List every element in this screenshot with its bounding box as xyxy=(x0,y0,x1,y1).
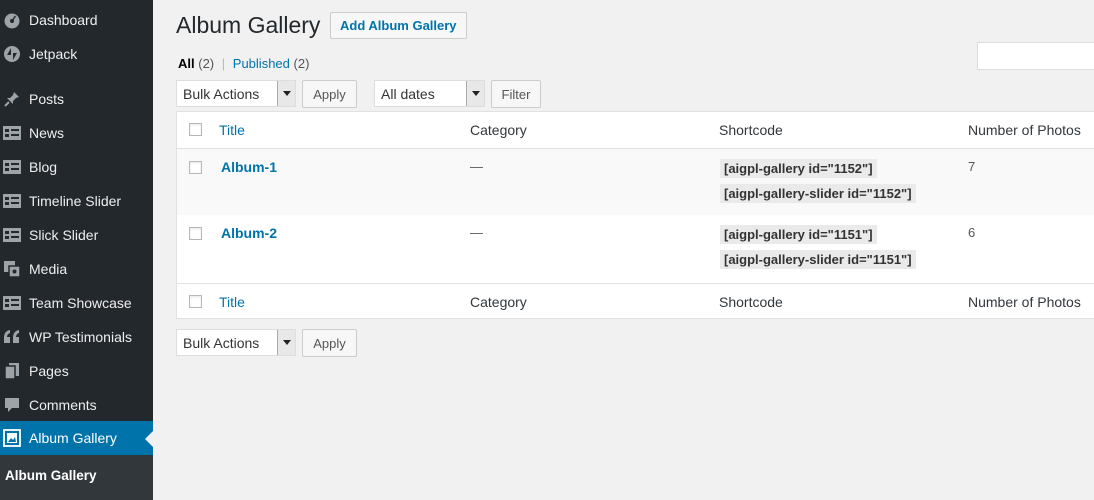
menu-label-timeline-slider: Timeline Slider xyxy=(29,193,122,209)
date-filter-select[interactable]: All dates xyxy=(374,80,485,107)
admin-sidebar: Dashboard Jetpack Posts News Blog Timeli… xyxy=(0,0,153,500)
column-photos-header: Number of Photos xyxy=(968,122,1081,138)
date-filter-value: All dates xyxy=(381,85,435,102)
row-photo-count: 6 xyxy=(968,225,976,240)
bulk-actions-select-top[interactable]: Bulk Actions xyxy=(176,80,296,107)
menu-label-blog: Blog xyxy=(29,159,58,175)
row-title-link[interactable]: Album-1 xyxy=(221,159,277,175)
select-all-checkbox-footer[interactable] xyxy=(189,295,202,308)
list-icon xyxy=(2,157,22,177)
bulk-actions-value: Bulk Actions xyxy=(183,85,260,102)
apply-button-bottom[interactable]: Apply xyxy=(302,329,357,357)
apply-button-top[interactable]: Apply xyxy=(302,80,357,108)
row-shortcode-slider: [aigpl-gallery-slider id="1152"] xyxy=(720,184,916,203)
chevron-down-icon xyxy=(277,330,295,355)
submenu-item-album-gallery[interactable]: Album Gallery xyxy=(5,468,97,483)
menu-label-news: News xyxy=(29,125,65,141)
column-category-header: Category xyxy=(470,122,527,138)
search-input[interactable] xyxy=(977,42,1094,70)
menu-item-blog[interactable]: Blog xyxy=(0,150,153,184)
table-row: Album-2 — [aigpl-gallery id="1151"] [aig… xyxy=(177,215,1094,282)
list-icon xyxy=(2,225,22,245)
chevron-down-icon xyxy=(466,81,484,106)
page-title: Album Gallery xyxy=(176,12,321,38)
menu-item-pages[interactable]: Pages xyxy=(0,354,153,388)
gallery-icon xyxy=(2,428,22,448)
column-photos-footer: Number of Photos xyxy=(968,294,1081,310)
menu-item-album-gallery[interactable]: Album Gallery xyxy=(0,421,153,455)
list-icon xyxy=(2,293,22,313)
jetpack-icon xyxy=(2,44,22,64)
filter-published-link[interactable]: Published xyxy=(233,56,290,71)
row-title-link[interactable]: Album-2 xyxy=(221,225,277,241)
menu-label-pages: Pages xyxy=(29,363,69,379)
quote-icon xyxy=(2,327,22,347)
dashboard-icon xyxy=(2,10,22,30)
menu-label-album-gallery: Album Gallery xyxy=(29,430,117,446)
filter-published-count: (2) xyxy=(293,56,310,71)
row-checkbox[interactable] xyxy=(189,227,202,240)
menu-label-posts: Posts xyxy=(29,91,65,107)
menu-label-comments: Comments xyxy=(29,397,97,413)
table-header: Title Category Shortcode Number of Photo… xyxy=(177,112,1094,148)
menu-item-posts[interactable]: Posts xyxy=(0,82,153,116)
bulk-actions-value: Bulk Actions xyxy=(183,334,260,351)
row-photo-count: 7 xyxy=(968,159,976,174)
table-footer: Title Category Shortcode Number of Photo… xyxy=(177,283,1094,319)
album-gallery-submenu: Album Gallery xyxy=(0,455,153,500)
select-all-checkbox[interactable] xyxy=(189,123,202,136)
row-category: — xyxy=(470,225,483,240)
menu-label-dashboard: Dashboard xyxy=(29,12,98,28)
comment-icon xyxy=(2,395,22,415)
status-filter-links: All (2) | Published (2) xyxy=(178,56,309,71)
menu-item-jetpack[interactable]: Jetpack xyxy=(0,37,153,71)
filter-all-link[interactable]: All xyxy=(178,56,195,71)
pages-icon xyxy=(2,361,22,381)
album-gallery-table: Title Category Shortcode Number of Photo… xyxy=(176,111,1094,319)
menu-item-media[interactable]: Media xyxy=(0,252,153,286)
filter-separator: | xyxy=(221,56,226,71)
row-shortcode-gallery: [aigpl-gallery id="1151"] xyxy=(720,225,877,244)
media-icon xyxy=(2,259,22,279)
bulk-actions-select-bottom[interactable]: Bulk Actions xyxy=(176,329,296,356)
filter-button[interactable]: Filter xyxy=(491,80,541,108)
menu-item-news[interactable]: News xyxy=(0,116,153,150)
pin-icon xyxy=(2,89,22,109)
filter-all-count: (2) xyxy=(198,56,215,71)
row-shortcode-slider: [aigpl-gallery-slider id="1151"] xyxy=(720,250,916,269)
add-album-gallery-button[interactable]: Add Album Gallery xyxy=(330,12,467,39)
menu-item-dashboard[interactable]: Dashboard xyxy=(0,3,153,37)
column-shortcode-footer: Shortcode xyxy=(719,294,783,310)
column-title-footer[interactable]: Title xyxy=(219,294,245,310)
menu-label-team-showcase: Team Showcase xyxy=(29,295,132,311)
menu-label-media: Media xyxy=(29,261,68,277)
menu-item-comments[interactable]: Comments xyxy=(0,388,153,422)
menu-item-timeline-slider[interactable]: Timeline Slider xyxy=(0,184,153,218)
column-shortcode-header: Shortcode xyxy=(719,122,783,138)
menu-label-jetpack: Jetpack xyxy=(29,46,78,62)
menu-item-slick-slider[interactable]: Slick Slider xyxy=(0,218,153,252)
menu-label-wp-testimonials: WP Testimonials xyxy=(29,329,132,345)
menu-item-wp-testimonials[interactable]: WP Testimonials xyxy=(0,320,153,354)
column-category-footer: Category xyxy=(470,294,527,310)
menu-label-slick-slider: Slick Slider xyxy=(29,227,99,243)
list-icon xyxy=(2,123,22,143)
row-checkbox[interactable] xyxy=(189,161,202,174)
list-icon xyxy=(2,191,22,211)
chevron-down-icon xyxy=(277,81,295,106)
row-category: — xyxy=(470,159,483,174)
table-row: Album-1 — [aigpl-gallery id="1152"] [aig… xyxy=(177,148,1094,215)
column-title-header[interactable]: Title xyxy=(219,122,245,138)
menu-item-team-showcase[interactable]: Team Showcase xyxy=(0,286,153,320)
row-shortcode-gallery: [aigpl-gallery id="1152"] xyxy=(720,159,877,178)
